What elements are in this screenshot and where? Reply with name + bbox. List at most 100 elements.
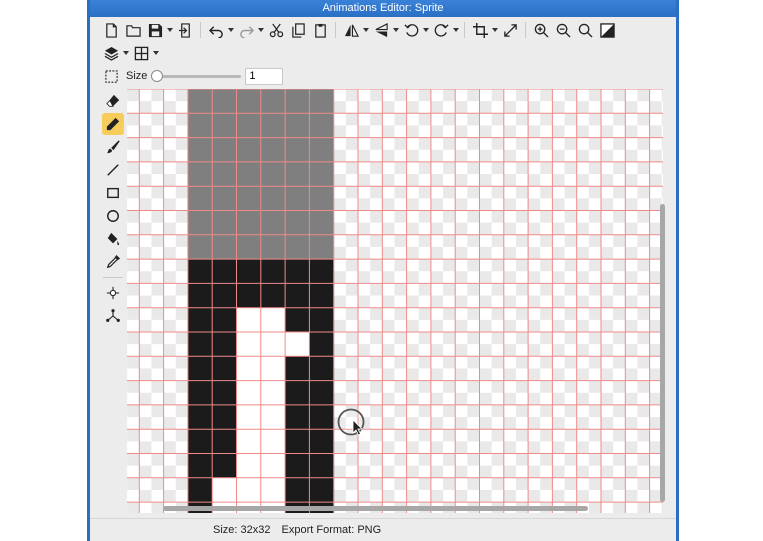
- toolbar-separator: [200, 22, 201, 38]
- painted-pixel: [187, 429, 213, 454]
- painted-pixel: [260, 404, 286, 430]
- transparent-checker: [418, 429, 431, 442]
- rotate-left-icon[interactable]: [400, 19, 422, 41]
- mouse-cursor-icon: [337, 408, 365, 436]
- open-folder-icon[interactable]: [122, 19, 144, 41]
- transparent-checker: [382, 295, 395, 308]
- zoom-reset-icon[interactable]: [574, 19, 596, 41]
- pixel-grid[interactable]: [127, 89, 663, 513]
- status-export-format: Export Format: PNG: [281, 524, 382, 536]
- save-icon[interactable]: [144, 19, 166, 41]
- transparent-checker: [139, 441, 152, 454]
- transparent-checker: [576, 125, 589, 138]
- paste-icon[interactable]: [309, 19, 331, 41]
- symmetry-icon[interactable]: [102, 305, 124, 327]
- eraser-icon[interactable]: [102, 90, 124, 112]
- grid-icon[interactable]: [130, 42, 152, 64]
- transparent-checker: [127, 332, 140, 345]
- transparent-checker: [588, 186, 601, 199]
- painted-pixel: [285, 356, 310, 381]
- transparent-checker: [564, 380, 577, 393]
- transparent-checker: [576, 101, 589, 114]
- layers-icon[interactable]: [100, 42, 122, 64]
- transparent-checker: [601, 392, 614, 405]
- export-icon[interactable]: [174, 19, 196, 41]
- layers-dropdown-caret[interactable]: [122, 42, 130, 64]
- transparent-checker: [613, 210, 626, 223]
- cut-icon[interactable]: [265, 19, 287, 41]
- redo-icon[interactable]: [235, 19, 257, 41]
- transparent-checker: [588, 161, 601, 175]
- new-file-icon[interactable]: [100, 19, 122, 41]
- transparent-checker: [503, 125, 516, 138]
- painted-pixel: [236, 404, 262, 430]
- sprite-canvas[interactable]: [127, 89, 663, 513]
- brush-icon[interactable]: [102, 136, 124, 158]
- size-slider[interactable]: [151, 69, 242, 83]
- transparent-checker: [491, 356, 504, 369]
- rotate-right-icon[interactable]: [430, 19, 452, 41]
- painted-pixel: [309, 380, 335, 406]
- rectangle-icon[interactable]: [102, 182, 124, 204]
- transparent-checker: [540, 234, 553, 247]
- transparent-checker: [394, 332, 407, 345]
- transparent-checker: [540, 477, 553, 490]
- fill-bucket-icon[interactable]: [102, 228, 124, 250]
- painted-pixel: [212, 356, 237, 381]
- move-icon[interactable]: [102, 282, 124, 304]
- transparent-checker: [613, 137, 626, 150]
- painted-pixel: [187, 307, 213, 333]
- grid-dropdown-caret[interactable]: [152, 42, 160, 64]
- transparent-checker: [455, 149, 468, 162]
- transparent-checker: [455, 271, 468, 284]
- transparent-checker: [406, 101, 419, 114]
- painted-pixel: [187, 453, 213, 479]
- vertical-scrollbar[interactable]: [660, 204, 665, 502]
- toolbar-separator: [464, 22, 465, 38]
- undo-icon[interactable]: [205, 19, 227, 41]
- transparent-checker: [588, 332, 601, 345]
- flip-vertical-dropdown-caret[interactable]: [392, 19, 400, 41]
- zoom-out-icon[interactable]: [552, 19, 574, 41]
- background-toggle-icon[interactable]: [596, 19, 618, 41]
- status-bar: Size: 32x32 Export Format: PNG: [90, 518, 676, 541]
- painted-pixel: [212, 137, 237, 163]
- transparent-checker: [163, 319, 176, 332]
- flip-vertical-icon[interactable]: [370, 19, 392, 41]
- resize-icon[interactable]: [499, 19, 521, 41]
- transparent-checker: [528, 198, 541, 211]
- transparent-checker: [503, 417, 516, 430]
- rotate-left-dropdown-caret[interactable]: [422, 19, 430, 41]
- undo-dropdown-caret[interactable]: [227, 19, 235, 41]
- line-icon[interactable]: [102, 159, 124, 181]
- redo-dropdown-caret[interactable]: [257, 19, 265, 41]
- size-input[interactable]: 1: [245, 67, 284, 85]
- transparent-checker: [406, 125, 419, 138]
- flip-horizontal-icon[interactable]: [340, 19, 362, 41]
- eyedropper-icon[interactable]: [102, 251, 124, 273]
- transparent-checker: [406, 174, 419, 187]
- transparent-checker: [151, 477, 164, 490]
- transparent-checker: [127, 502, 140, 513]
- marquee-select-icon[interactable]: [100, 65, 122, 87]
- size-slider-knob[interactable]: [151, 70, 164, 82]
- flip-horizontal-dropdown-caret[interactable]: [362, 19, 370, 41]
- transparent-checker: [661, 89, 663, 102]
- horizontal-scrollbar[interactable]: [163, 506, 588, 511]
- rotate-right-dropdown-caret[interactable]: [452, 19, 460, 41]
- crop-dropdown-caret[interactable]: [491, 19, 499, 41]
- transparent-checker: [443, 186, 456, 199]
- ellipse-icon[interactable]: [102, 205, 124, 227]
- save-dropdown-caret[interactable]: [166, 19, 174, 41]
- transparent-checker: [345, 210, 358, 223]
- transparent-checker: [370, 161, 383, 175]
- transparent-checker: [370, 283, 383, 296]
- transparent-checker: [552, 295, 565, 308]
- transparent-checker: [382, 368, 395, 381]
- transparent-checker: [661, 186, 663, 199]
- transparent-checker: [127, 161, 140, 175]
- crop-icon[interactable]: [469, 19, 491, 41]
- zoom-in-icon[interactable]: [530, 19, 552, 41]
- pencil-icon[interactable]: [102, 113, 124, 135]
- copy-icon[interactable]: [287, 19, 309, 41]
